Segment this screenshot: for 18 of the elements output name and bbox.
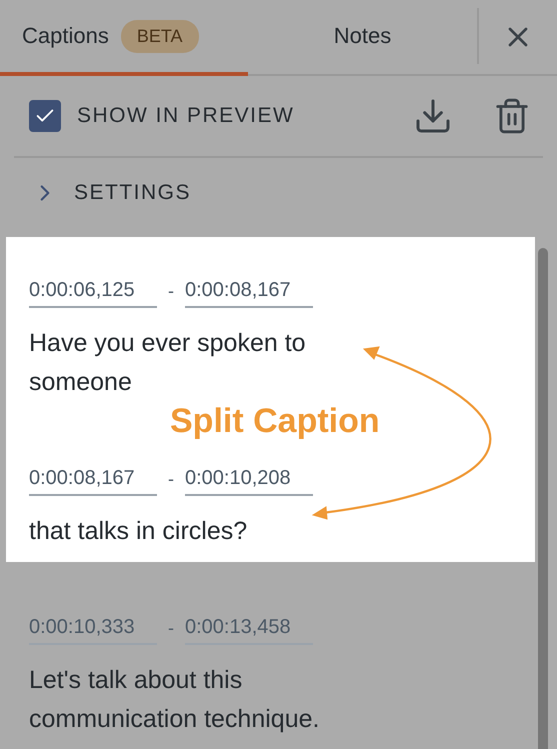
scrollbar[interactable] bbox=[538, 248, 548, 749]
tab[interactable]: Notes bbox=[248, 0, 477, 76]
caption-text[interactable]: that talks in circles? bbox=[29, 512, 248, 551]
checkbox[interactable] bbox=[29, 100, 61, 132]
tab[interactable]: Captions BETA bbox=[0, 0, 248, 76]
settings-toggle[interactable]: SETTINGS bbox=[0, 158, 192, 228]
annotation-text: Split Caption bbox=[170, 403, 380, 439]
show-in-preview-label: SHOW IN PREVIEW bbox=[77, 104, 294, 128]
time-separator: - bbox=[167, 281, 175, 303]
time-separator: - bbox=[167, 618, 175, 640]
time-separator: - bbox=[167, 469, 175, 491]
beta-badge: BETA bbox=[120, 20, 199, 52]
start-time-field[interactable]: 0:00:08,167 bbox=[29, 467, 157, 496]
caption-text[interactable]: Let's talk about this communication technique. bbox=[29, 661, 369, 739]
caption-text[interactable]: Have you ever spoken to someone bbox=[29, 324, 369, 402]
end-time-field[interactable]: 0:00:10,208 bbox=[185, 467, 313, 496]
start-time-field[interactable]: 0:00:06,125 bbox=[29, 279, 157, 308]
end-time-field[interactable]: 0:00:08,167 bbox=[185, 279, 313, 308]
